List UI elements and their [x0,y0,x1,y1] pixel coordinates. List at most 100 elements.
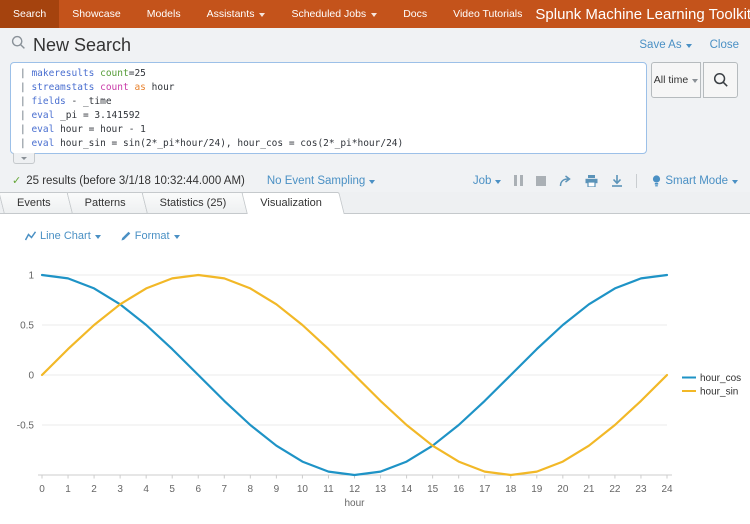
time-range-picker[interactable]: All time [651,62,701,98]
chevron-down-icon [95,235,101,239]
query-token: eval [31,124,54,135]
search-icon [11,35,26,55]
query-line: | eval hour = hour - 1 [20,123,637,137]
x-tick-label: 15 [427,484,439,495]
query-token: - _time [66,96,112,107]
query-line: | makeresults count=25 [20,67,637,81]
tab-strip: EventsPatterns Statistics (25) Visualizati… [0,192,750,214]
x-tick-label: 24 [661,484,673,495]
results-count: 25 results (before 3/1/18 10:32:44.000 A… [26,175,245,187]
query-token: | [20,68,31,79]
nav-items: Search ShowcaseModels Assistants Scheduled … [0,0,535,28]
query-token: _pi = 3.141592 [54,110,140,121]
tab-visualization[interactable]: Visualization [243,192,343,213]
format-menu[interactable]: Format [121,230,180,242]
nav-item-label: Search [13,8,46,20]
query-line: | eval _pi = 3.141592 [20,109,637,123]
x-tick-label: 5 [169,484,175,495]
nav-item-label: Scheduled Jobs [291,8,366,20]
query-token: | [20,138,31,149]
chevron-down-icon [686,44,692,48]
nav-item-scheduled-jobs[interactable]: Scheduled Jobs [278,0,390,28]
nav-item-models[interactable]: Models [134,0,194,28]
chevron-down-icon [174,235,180,239]
x-tick-label: 17 [479,484,491,495]
top-nav: Search ShowcaseModels Assistants Scheduled … [0,0,750,28]
x-tick-label: 4 [143,484,149,495]
expand-search-button[interactable] [13,153,35,164]
x-tick-label: 18 [505,484,517,495]
line-chart-svg: 10.50-0.50123456789101112131415161718192… [0,255,750,524]
y-tick-label: 1 [28,271,34,282]
query-token: eval [31,138,54,149]
x-tick-label: 12 [349,484,361,495]
legend-label-hour_sin: hour_sin [700,387,738,398]
viz-controls: Line Chart Format [25,230,180,242]
x-tick-label: 2 [91,484,97,495]
legend-label-hour_cos: hour_cos [700,373,741,384]
search-header: New Search Save As Close [0,28,750,62]
x-tick-label: 1 [65,484,71,495]
save-as-button[interactable]: Save As [639,39,691,51]
query-token: fields [31,96,65,107]
query-token: as [134,82,145,93]
search-mode-menu[interactable]: Smart Mode [652,175,738,187]
query-line: | fields - _time [20,95,637,109]
nav-item-docs[interactable]: Docs [390,0,440,28]
nav-item-assistants[interactable]: Assistants [194,0,279,28]
tab-label: Visualization [260,197,322,209]
x-tick-label: 6 [195,484,201,495]
x-tick-label: 22 [609,484,621,495]
tab-statistics-25[interactable]: Statistics (25) [143,192,248,213]
nav-item-video-tutorials[interactable]: Video Tutorials [440,0,535,28]
y-tick-label: 0.5 [20,321,34,332]
query-token: makeresults [31,68,94,79]
query-token: | [20,96,31,107]
query-token: =25 [129,68,146,79]
chevron-down-icon [21,157,27,160]
chevron-down-icon [732,180,738,184]
splunk-mltk-app: Search ShowcaseModels Assistants Scheduled … [0,0,750,524]
query-token: streamstats [31,82,94,93]
search-submit-button[interactable] [703,62,738,98]
search-icon [713,72,729,88]
x-tick-label: 8 [248,484,254,495]
x-tick-label: 11 [323,484,334,495]
chart-type-picker[interactable]: Line Chart [25,230,101,242]
search-status-bar: ✓ 25 results (before 3/1/18 10:32:44.000… [0,169,750,192]
job-menu[interactable]: Job [473,175,502,187]
nav-item-search[interactable]: Search [0,0,59,28]
nav-item-label: Docs [403,8,427,20]
tab-events[interactable]: Events [0,192,72,213]
chevron-down-icon [495,180,501,184]
close-button[interactable]: Close [710,39,739,51]
lightbulb-icon [652,175,661,187]
nav-item-showcase[interactable]: Showcase [59,0,133,28]
y-tick-label: -0.5 [17,421,35,432]
tab-label: Statistics (25) [160,197,227,209]
query-token: | [20,110,31,121]
chevron-down-icon [371,13,377,17]
job-controls: Job Smart Mode [473,174,738,188]
query-line: | streamstats count as hour [20,81,637,95]
x-tick-label: 3 [117,484,123,495]
event-sampling-menu[interactable]: No Event Sampling [267,175,375,187]
nav-item-label: Assistants [207,8,255,20]
download-icon[interactable] [611,175,623,187]
chevron-down-icon [692,79,698,83]
check-icon: ✓ [12,174,21,187]
query-token: count [100,82,129,93]
print-icon[interactable] [585,175,598,187]
share-icon[interactable] [559,175,572,187]
x-tick-label: 14 [401,484,413,495]
search-query-input[interactable]: | makeresults count=25| streamstats coun… [10,62,647,154]
stop-icon[interactable] [536,176,546,186]
x-tick-label: 10 [297,484,309,495]
x-tick-label: 9 [274,484,280,495]
x-tick-label: 7 [222,484,228,495]
tab-patterns[interactable]: Patterns [68,192,147,213]
nav-item-label: Video Tutorials [453,8,522,20]
y-tick-label: 0 [28,371,34,382]
x-tick-label: 20 [557,484,569,495]
pause-icon[interactable] [514,175,523,186]
